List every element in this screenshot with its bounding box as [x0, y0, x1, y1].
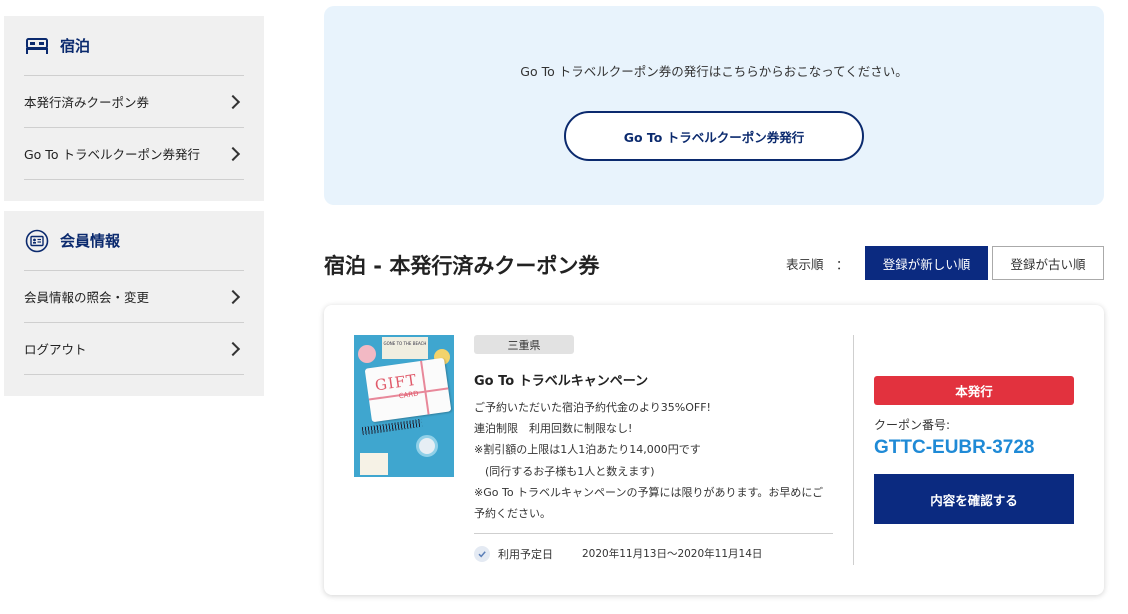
barcode: [361, 418, 423, 436]
chevron-right-icon: [225, 94, 241, 109]
sidebar-item-issued-coupons[interactable]: 本発行済みクーポン券: [24, 76, 244, 128]
sort-label: 表示順 ：: [786, 257, 849, 272]
sidebar-item-member-info[interactable]: 会員情報の照会・変更: [24, 271, 244, 323]
sidebar-item-label: 会員情報の照会・変更: [24, 290, 150, 305]
gift-card-image: GONE TO THE BEACH GIFT CARD: [354, 335, 454, 477]
campaign-description: ご予約いただいた宿泊予約代金のより35%OFF! 連泊制限 利用回数に制限なし!…: [474, 397, 834, 524]
sidebar-item-label: ログアウト: [24, 342, 87, 357]
sidebar-item-label: 本発行済みクーポン券: [24, 95, 150, 110]
chevron-right-icon: [225, 289, 241, 304]
divider: [853, 335, 854, 565]
check-icon: [474, 546, 490, 562]
page-title: 宿泊 - 本発行済みクーポン券: [324, 254, 600, 278]
coupon-issue-box: Go To トラベルクーポン券の発行はこちらからおこなってください。 Go To…: [324, 6, 1104, 205]
sidebar-item-label: Go To トラベルクーポン券発行: [24, 147, 200, 162]
sidebar-stay-title: 宿泊: [60, 37, 91, 55]
campaign-name: Go To トラベルキャンペーン: [474, 374, 649, 389]
beach-card: GONE TO THE BEACH: [382, 337, 428, 359]
sidebar-member-header: 会員情報: [24, 211, 244, 271]
sidebar-item-issue-coupon[interactable]: Go To トラベルクーポン券発行: [24, 128, 244, 180]
sidebar-stay-panel: 宿泊 本発行済みクーポン券 Go To トラベルクーポン券発行: [4, 16, 264, 201]
decor-shape: [358, 345, 376, 363]
chevron-right-icon: [225, 341, 241, 356]
decor-shape: [416, 435, 438, 457]
status-badge: 本発行: [874, 376, 1074, 405]
description-line: (同行するお子様も1人と数えます): [474, 464, 655, 478]
sidebar-stay-header: 宿泊: [24, 16, 244, 76]
sidebar-member-title: 会員情報: [60, 232, 121, 250]
member-card-icon: [24, 228, 50, 254]
sidebar-item-logout[interactable]: ログアウト: [24, 323, 244, 375]
coupon-number-label: クーポン番号:: [874, 418, 951, 432]
description-line: ※Go To トラベルキャンペーンの予算には限りがあります。お早めにご: [474, 485, 824, 499]
sidebar-member-panel: 会員情報 会員情報の照会・変更 ログアウト: [4, 211, 264, 396]
sort-oldest-button[interactable]: 登録が古い順: [992, 246, 1104, 280]
issue-coupon-button[interactable]: Go To トラベルクーポン券発行: [564, 111, 864, 161]
coupon-card: GONE TO THE BEACH GIFT CARD 三重県 Go To トラ…: [324, 305, 1104, 595]
decor-shape: [360, 453, 388, 475]
description-line: ※割引額の上限は1人1泊あたり14,000円です: [474, 443, 701, 457]
bed-icon: [24, 33, 50, 59]
description-line: 連泊制限 利用回数に制限なし!: [474, 422, 633, 436]
prefecture-badge: 三重県: [474, 335, 574, 354]
description-line: ご予約いただいた宿泊予約代金のより35%OFF!: [474, 401, 711, 414]
coupon-number: GTTC-EUBR-3728: [874, 437, 1035, 458]
gift-card: GIFT CARD: [364, 357, 452, 423]
description-line: 予約ください。: [474, 507, 551, 521]
confirm-details-button[interactable]: 内容を確認する: [874, 474, 1074, 524]
card-word: CARD: [398, 389, 420, 401]
use-date-label: 利用予定日: [498, 548, 553, 561]
chevron-right-icon: [225, 146, 241, 161]
divider: [474, 533, 833, 534]
sort-newest-button[interactable]: 登録が新しい順: [865, 246, 988, 280]
ribbon: [420, 360, 430, 415]
use-date-value: 2020年11月13日〜2020年11月14日: [582, 548, 763, 560]
issue-instruction-text: Go To トラベルクーポン券の発行はこちらからおこなってください。: [520, 64, 908, 79]
